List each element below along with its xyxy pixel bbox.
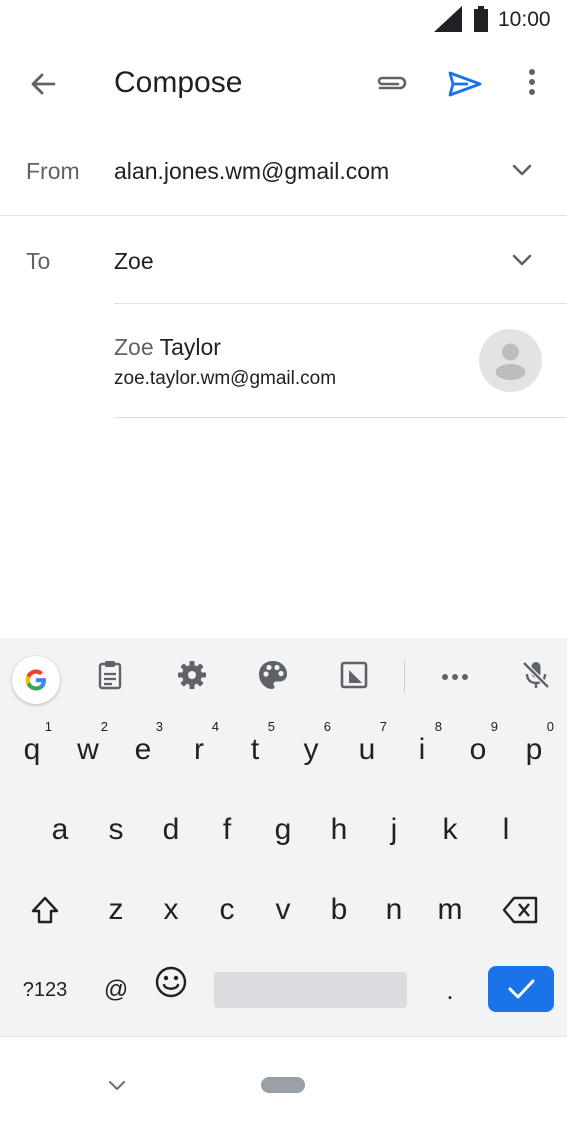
key-o[interactable]: o9 (450, 714, 506, 786)
keyboard-row-1: q1 w2 e3 r4 t5 y6 u7 i8 o9 p0 (0, 714, 567, 792)
keyboard-row-3: z x c v b n m (0, 874, 567, 952)
more-horiz-icon[interactable] (438, 658, 472, 692)
key-a[interactable]: a (32, 794, 88, 866)
compose-screen: 10:00 Compose From alan.jones.wm@gmail.c… (0, 0, 567, 1134)
from-label: From (26, 158, 80, 184)
more-vert-icon[interactable] (516, 64, 548, 104)
key-period[interactable]: . (422, 954, 478, 1026)
paperclip-icon[interactable] (370, 64, 410, 104)
status-time: 10:00 (498, 8, 551, 31)
key-j[interactable]: j (366, 794, 422, 866)
suggestion-name-rest: Taylor (153, 334, 221, 360)
key-v[interactable]: v (255, 874, 311, 946)
enter-key[interactable] (488, 966, 554, 1012)
key-t[interactable]: t5 (227, 714, 283, 786)
to-row[interactable]: To Zoe (0, 216, 567, 304)
to-label: To (26, 248, 51, 274)
avatar (479, 329, 542, 392)
key-y[interactable]: y6 (283, 714, 339, 786)
page-title: Compose (114, 66, 243, 99)
space-bar[interactable] (214, 972, 407, 1008)
key-i[interactable]: i8 (394, 714, 450, 786)
back-arrow-icon[interactable] (24, 64, 64, 104)
key-k[interactable]: k (422, 794, 478, 866)
key-f[interactable]: f (199, 794, 255, 866)
emoji-key[interactable] (143, 954, 199, 1026)
key-l[interactable]: l (478, 794, 534, 866)
from-row[interactable]: From alan.jones.wm@gmail.com (0, 128, 567, 216)
shift-icon (31, 896, 59, 924)
navigation-bar (0, 1036, 567, 1134)
key-u[interactable]: u7 (339, 714, 395, 786)
mic-off-icon[interactable] (519, 658, 553, 692)
key-g[interactable]: g (255, 794, 311, 866)
key-m[interactable]: m (422, 874, 478, 946)
key-w[interactable]: w2 (60, 714, 116, 786)
key-r[interactable]: r4 (171, 714, 227, 786)
suggestion-email: zoe.taylor.wm@gmail.com (114, 368, 337, 389)
contact-suggestion[interactable]: Zoe Taylor zoe.taylor.wm@gmail.com (114, 304, 567, 418)
key-h[interactable]: h (311, 794, 367, 866)
backspace-key[interactable] (490, 874, 552, 946)
keyboard-row-2: a s d f g h j k l (0, 794, 567, 872)
signal-icon (434, 6, 462, 32)
key-n[interactable]: n (366, 874, 422, 946)
to-input[interactable]: Zoe (114, 248, 154, 275)
keyboard: q1 w2 e3 r4 t5 y6 u7 i8 o9 p0 a s d f g … (0, 638, 567, 1036)
backspace-icon (502, 896, 538, 924)
clipboard-icon[interactable] (93, 658, 127, 692)
keyboard-row-4: ?123 @ . (0, 954, 567, 1032)
suggestion-name: Zoe Taylor (114, 334, 221, 361)
key-d[interactable]: d (143, 794, 199, 866)
google-g-icon (25, 669, 46, 691)
battery-icon (474, 6, 488, 32)
checkmark-icon (508, 979, 535, 999)
app-bar: Compose (0, 52, 567, 116)
key-p[interactable]: p0 (506, 714, 562, 786)
chevron-down-icon[interactable] (508, 246, 536, 274)
emoji-icon (155, 966, 187, 998)
keyboard-hide-chevron-icon[interactable] (104, 1075, 130, 1095)
person-icon (495, 343, 526, 380)
key-c[interactable]: c (199, 874, 255, 946)
home-pill[interactable] (261, 1077, 305, 1093)
key-b[interactable]: b (311, 874, 367, 946)
from-value[interactable]: alan.jones.wm@gmail.com (114, 158, 389, 185)
key-q[interactable]: q1 (4, 714, 60, 786)
suggestion-name-match: Zoe (114, 334, 154, 360)
keyboard-toolbar (0, 638, 567, 712)
palette-icon[interactable] (256, 658, 290, 692)
key-x[interactable]: x (143, 874, 199, 946)
status-bar: 10:00 (0, 0, 567, 40)
toolbar-divider (404, 660, 405, 694)
google-button[interactable] (12, 656, 60, 704)
key-s[interactable]: s (88, 794, 144, 866)
key-e[interactable]: e3 (115, 714, 171, 786)
symbols-key[interactable]: ?123 (12, 954, 78, 1026)
key-z[interactable]: z (88, 874, 144, 946)
chevron-down-icon[interactable] (508, 156, 536, 184)
gear-icon[interactable] (175, 658, 209, 692)
key-at[interactable]: @ (88, 954, 144, 1026)
shift-key[interactable] (14, 874, 76, 946)
send-icon[interactable] (444, 64, 484, 104)
one-handed-mode-icon[interactable] (337, 658, 371, 692)
